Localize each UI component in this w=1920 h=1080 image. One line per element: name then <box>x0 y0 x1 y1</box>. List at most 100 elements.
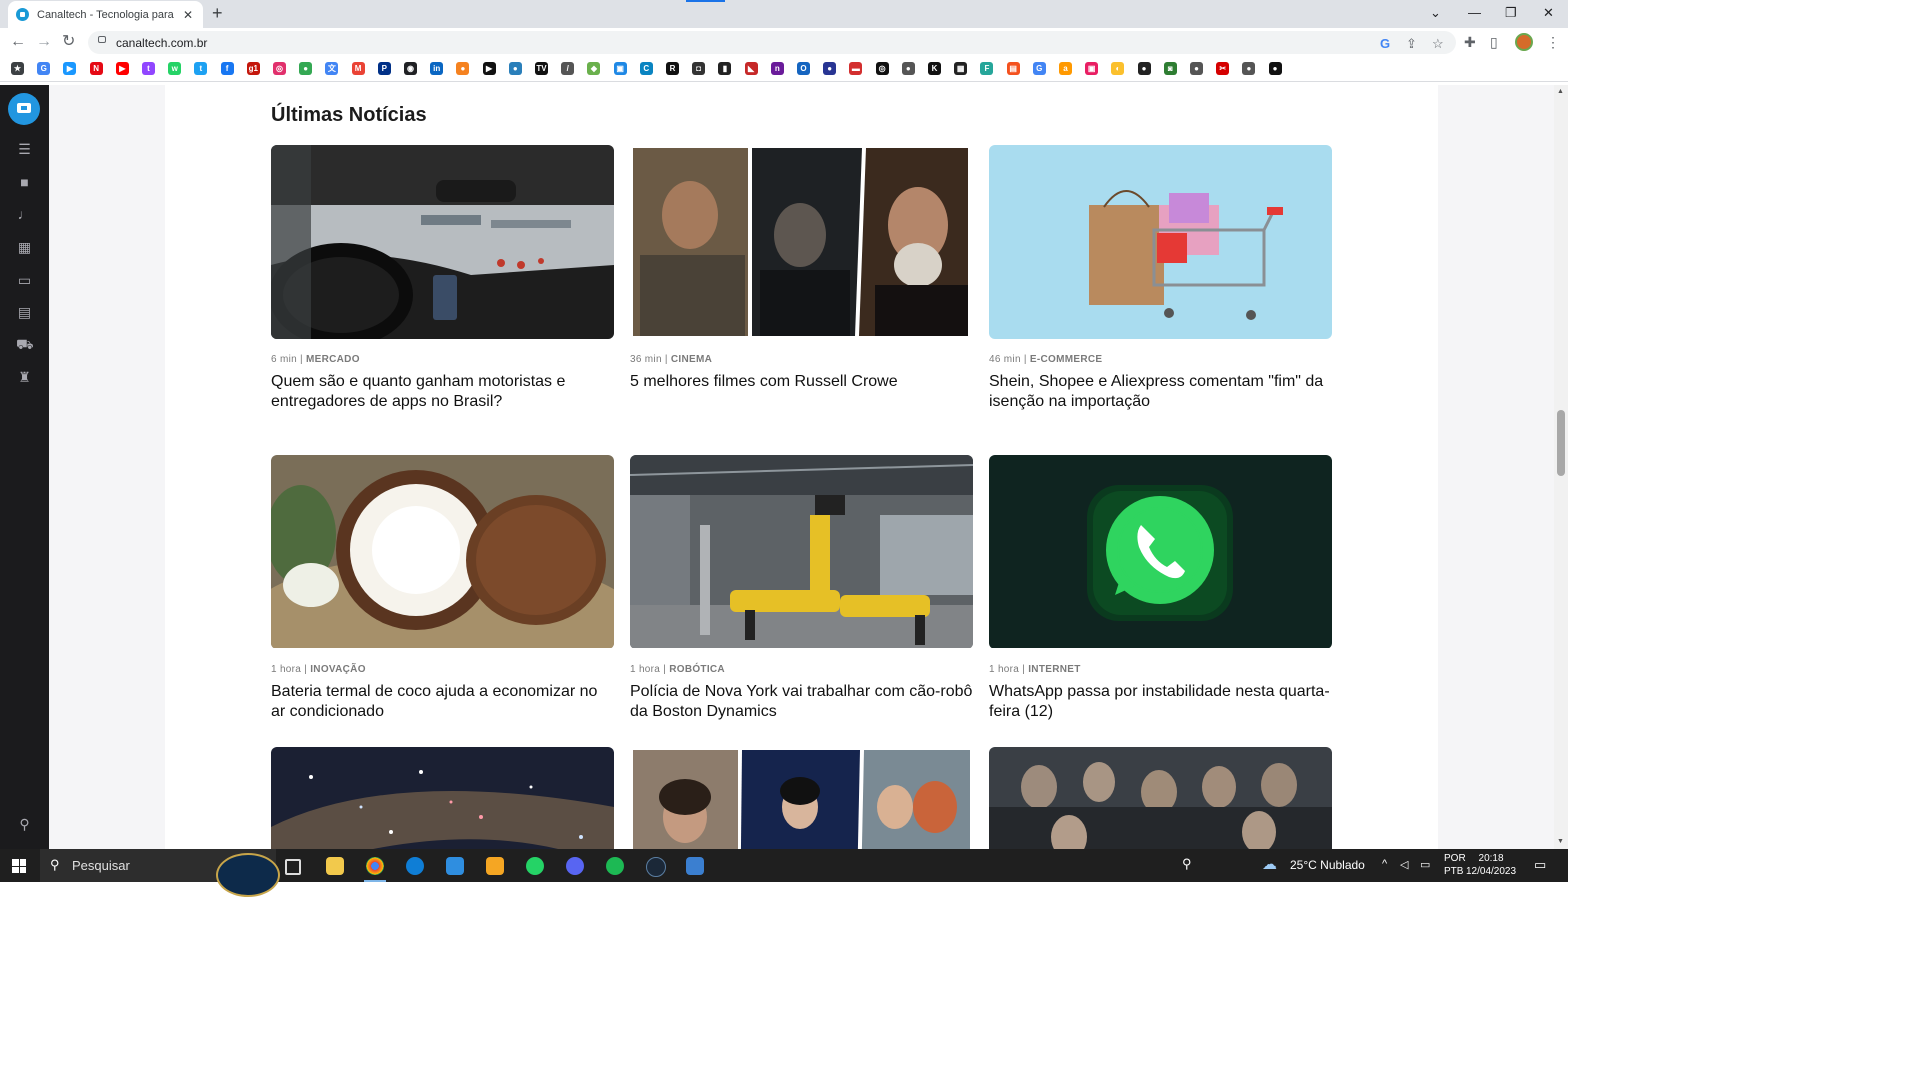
bookmark-icon[interactable]: ● <box>1190 62 1203 75</box>
bookmark-icon[interactable]: ▣ <box>1085 62 1099 75</box>
bookmark-icon[interactable]: ▶ <box>482 62 496 75</box>
bookmark-icon[interactable]: ▮ <box>718 62 732 75</box>
article-category[interactable]: ROBÓTICA <box>669 664 725 675</box>
url-text[interactable]: canaltech.com.br <box>116 36 207 50</box>
article-category[interactable]: INOVAÇÃO <box>310 664 366 675</box>
youtube-icon[interactable]: ▶ <box>115 62 129 75</box>
scroll-up-arrow[interactable]: ▲ <box>1557 88 1564 95</box>
news-card[interactable]: 46 min | E-COMMERCE Shein, Shopee e Alie… <box>989 145 1332 412</box>
bookmark-icon[interactable]: ● <box>1268 62 1282 75</box>
amazon-icon[interactable]: a <box>1059 62 1072 75</box>
article-headline[interactable]: Bateria termal de coco ajuda a economiza… <box>271 682 614 722</box>
edge-icon[interactable] <box>406 857 424 875</box>
bookmark-icon[interactable]: ◘ <box>692 62 706 75</box>
bookmark-star-icon[interactable]: ☆ <box>1432 36 1444 52</box>
bookmark-icon[interactable]: ● <box>1242 62 1256 75</box>
bookmark-icon[interactable]: n <box>770 62 784 75</box>
bookmark-icon[interactable]: F <box>980 62 994 75</box>
people-icon[interactable]: ⚲ <box>1182 856 1192 872</box>
gmail-icon[interactable]: M <box>351 62 365 75</box>
article-category[interactable]: CINEMA <box>671 354 712 365</box>
article-headline[interactable]: Polícia de Nova York vai trabalhar com c… <box>630 682 973 722</box>
scrollbar-thumb[interactable] <box>1557 410 1565 476</box>
share-icon[interactable]: ⇪ <box>1406 36 1417 52</box>
translate-icon[interactable]: 文 <box>325 62 339 75</box>
news-card[interactable]: 6 min | MERCADO Quem são e quanto ganham… <box>271 145 614 412</box>
bookmark-icon[interactable]: ▦ <box>954 62 968 75</box>
g1-icon[interactable]: g1 <box>246 62 260 75</box>
chevron-up-icon[interactable]: ^ <box>1382 858 1387 870</box>
article-category[interactable]: INTERNET <box>1028 664 1080 675</box>
task-view-icon[interactable] <box>285 859 301 875</box>
linkedin-icon[interactable]: in <box>430 62 444 75</box>
bookmark-icon[interactable]: ◉ <box>404 62 417 75</box>
bookmark-icon[interactable]: TV <box>535 62 548 75</box>
article-category[interactable]: MERCADO <box>306 354 360 365</box>
article-headline[interactable]: Quem são e quanto ganham motoristas e en… <box>271 372 614 412</box>
address-bar[interactable]: canaltech.com.br G ⇪ ☆ <box>88 31 1456 54</box>
google-icon[interactable]: G <box>1032 62 1046 75</box>
menu-kebab-icon[interactable]: ⋮ <box>1546 34 1560 51</box>
bookmark-icon[interactable]: ● <box>508 62 522 75</box>
scroll-down-arrow[interactable]: ▼ <box>1557 838 1564 845</box>
bookmark-icon[interactable]: ✂ <box>1216 62 1230 75</box>
twitch-icon[interactable]: t <box>142 62 155 75</box>
russell-crowe-collage-image[interactable] <box>630 145 973 339</box>
system-clock[interactable]: 20:18 12/04/2023 <box>1466 852 1516 878</box>
search-placeholder[interactable]: Pesquisar <box>72 858 130 873</box>
network-icon[interactable]: ▭ <box>1420 858 1430 871</box>
browser-tab[interactable]: Canaltech - Tecnologia para quem ✕ <box>8 1 203 28</box>
store-icon[interactable]: ▤ <box>16 305 33 319</box>
article-category[interactable]: E-COMMERCE <box>1030 354 1102 365</box>
bookmark-icon[interactable]: ● <box>823 62 837 75</box>
bookmark-icon[interactable]: ● <box>1137 62 1151 75</box>
reload-button[interactable]: ↻ <box>62 33 75 51</box>
search-highlight-icon[interactable] <box>216 853 280 897</box>
sublime-text-icon[interactable] <box>486 857 504 875</box>
bookmark-icon[interactable]: C <box>639 62 653 75</box>
news-card[interactable] <box>271 747 614 849</box>
whatsapp-icon[interactable]: w <box>168 62 182 75</box>
bookmark-icon[interactable]: ● <box>456 62 470 75</box>
search-icon[interactable]: ⚲ <box>16 817 33 831</box>
bookmark-icon[interactable]: K <box>928 62 941 75</box>
chrome-icon[interactable] <box>364 857 386 882</box>
trophy-icon[interactable]: ♜ <box>16 370 33 384</box>
notifications-icon[interactable]: ▭ <box>1534 857 1546 873</box>
movie-collage-image[interactable] <box>630 747 973 849</box>
facebook-icon[interactable]: f <box>220 62 234 75</box>
bookmark-icon[interactable]: ▬ <box>849 62 863 75</box>
twitter-icon[interactable]: t <box>194 62 208 75</box>
instagram-icon[interactable]: ◎ <box>273 62 286 75</box>
spotify-icon[interactable] <box>606 857 624 875</box>
bookmark-icon[interactable]: O <box>797 62 810 75</box>
tab-search-icon[interactable]: ⌄ <box>1430 5 1441 21</box>
weather-text[interactable]: 25°C Nublado <box>1290 858 1365 872</box>
whatsapp-logo-image[interactable] <box>989 455 1332 649</box>
bookmark-icon[interactable]: R <box>666 62 679 75</box>
article-headline[interactable]: WhatsApp passa por instabilidade nesta q… <box>989 682 1332 722</box>
article-headline[interactable]: Shein, Shopee e Aliexpress comentam "fim… <box>989 372 1332 412</box>
language-indicator[interactable]: POR PTB <box>1444 852 1466 878</box>
maps-icon[interactable]: ● <box>299 62 313 75</box>
whatsapp-icon[interactable] <box>526 857 544 875</box>
coconut-image[interactable] <box>271 455 614 649</box>
google-icon[interactable]: G <box>37 62 51 75</box>
devices-icon[interactable]: ▭ <box>16 273 33 287</box>
netflix-icon[interactable]: N <box>89 62 103 75</box>
article-headline[interactable]: 5 melhores filmes com Russell Crowe <box>630 372 973 392</box>
prime-video-icon[interactable]: ▶ <box>63 62 77 75</box>
vscode-icon[interactable] <box>446 857 464 875</box>
building-icon[interactable]: ▦ <box>16 240 33 254</box>
cart-icon[interactable]: ⛟ <box>16 337 34 351</box>
taskbar-search[interactable]: ⚲ Pesquisar <box>40 849 280 897</box>
close-tab-icon[interactable]: ✕ <box>183 8 193 22</box>
microphone-icon[interactable]: ♩ <box>16 207 33 221</box>
profile-avatar[interactable] <box>1515 33 1533 51</box>
news-card[interactable] <box>630 747 973 849</box>
bookmark-icon[interactable]: ● <box>901 62 915 75</box>
bookmark-icon[interactable]: ◆ <box>587 62 601 75</box>
windows-start-icon[interactable] <box>12 859 26 873</box>
star-icon[interactable]: ★ <box>11 62 24 75</box>
news-card[interactable]: 36 min | CINEMA 5 melhores filmes com Ru… <box>630 145 973 392</box>
